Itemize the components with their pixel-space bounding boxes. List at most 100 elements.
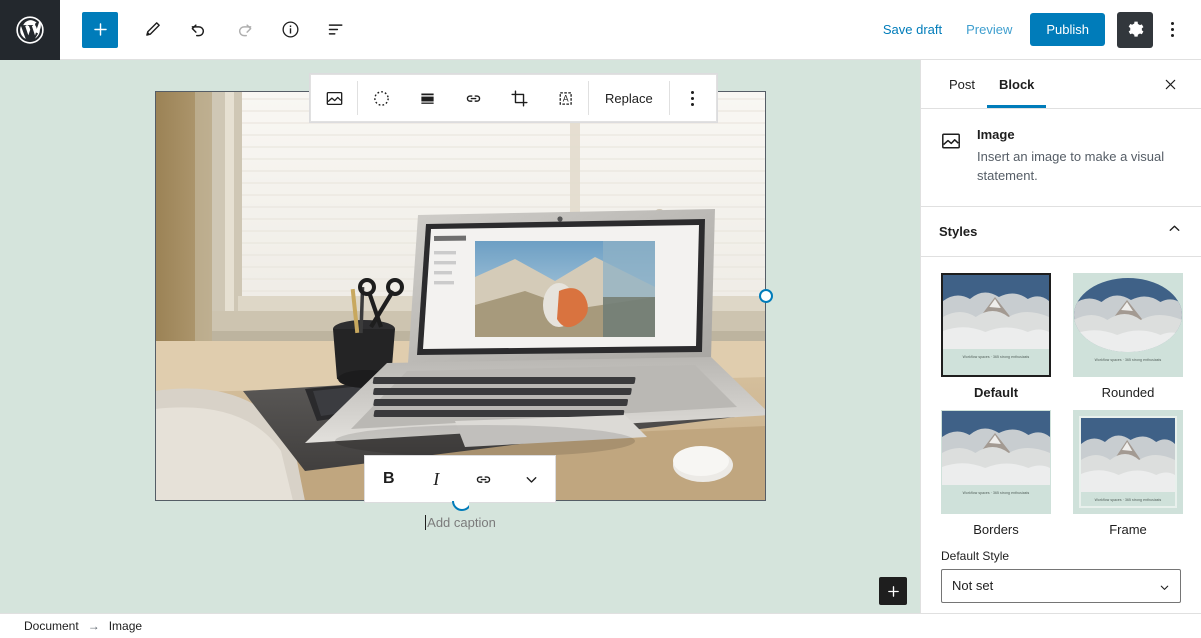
mountain-clouds-thumbnail: [1074, 277, 1182, 352]
breadcrumb-item-document[interactable]: Document: [24, 619, 79, 633]
block-type-image-button[interactable]: [311, 75, 357, 121]
sidebar-tabs: Post Block: [921, 60, 1201, 109]
default-style-label: Default Style: [941, 548, 1010, 563]
breadcrumb-item-image[interactable]: Image: [109, 619, 142, 633]
top-bar-tools: [60, 11, 364, 48]
top-bar-actions: Save draft Preview Publish: [871, 11, 1201, 48]
publish-button[interactable]: Publish: [1030, 13, 1105, 46]
inline-format-toolbar: B I: [364, 455, 556, 511]
replace-image-button[interactable]: Replace: [589, 75, 669, 121]
kebab-menu-icon: [1170, 22, 1174, 37]
block-more-options-button[interactable]: [670, 75, 716, 121]
edit-tool-button[interactable]: [134, 12, 170, 48]
redo-button[interactable]: [226, 12, 262, 48]
drag-handle-button[interactable]: [358, 75, 404, 121]
mountain-clouds-thumbnail: [942, 410, 1050, 485]
block-info-card: Image Insert an image to make a visual s…: [921, 109, 1201, 207]
default-style-select[interactable]: Not set: [941, 568, 1181, 603]
bold-button[interactable]: B: [365, 456, 413, 502]
image-block[interactable]: A Replace: [155, 74, 773, 508]
text-caret: [425, 515, 427, 530]
style-thumb-caption: Workflow spaces · 365 strong enthusiasts: [1094, 497, 1162, 502]
tab-block[interactable]: Block: [987, 60, 1046, 108]
block-description: Insert an image to make a visual stateme…: [977, 149, 1165, 183]
gear-icon: [1128, 21, 1143, 37]
styles-section-header[interactable]: Styles: [921, 207, 1201, 257]
style-thumb-borders: Workflow spaces · 365 strong enthusiasts: [941, 409, 1051, 514]
crop-button[interactable]: [496, 75, 542, 121]
breadcrumb-separator: →: [87, 619, 100, 633]
append-block-button[interactable]: [879, 577, 907, 605]
image-icon: [326, 91, 342, 105]
link-button[interactable]: [450, 75, 496, 121]
resize-handle-right[interactable]: [759, 289, 773, 303]
style-thumb-caption: Workflow spaces · 365 strong enthusiasts: [1094, 357, 1162, 362]
style-option-borders[interactable]: Workflow spaces · 365 strong enthusiasts…: [941, 409, 1051, 537]
pencil-icon: [145, 22, 160, 36]
italic-button[interactable]: I: [413, 456, 461, 502]
default-style-field: Default Style Not set: [921, 543, 1201, 603]
more-options-button[interactable]: [1157, 12, 1187, 48]
link-icon: [477, 475, 491, 483]
wordpress-block-editor: Save draft Preview Publish A Replace Add…: [0, 0, 1201, 638]
editor-canvas[interactable]: A Replace Add caption B I: [0, 60, 920, 613]
kebab-menu-icon: [691, 90, 695, 106]
style-thumb-default: Workflow spaces · 365 strong enthusiasts: [941, 272, 1051, 377]
style-thumb-frame: Workflow spaces · 365 strong enthusiasts: [1073, 409, 1183, 514]
image-icon: [939, 127, 963, 186]
image-caption-placeholder: Add caption: [427, 515, 496, 530]
style-thumb-caption: Workflow spaces · 365 strong enthusiasts: [962, 490, 1030, 495]
style-option-frame[interactable]: Workflow spaces · 365 strong enthusiasts…: [1073, 409, 1183, 537]
info-circle-icon: [281, 21, 299, 38]
style-label-rounded: Rounded: [1101, 384, 1155, 400]
text-over-image-icon: A: [559, 91, 572, 105]
breadcrumb: Document → Image: [0, 613, 1201, 638]
chevron-up-icon: [1166, 220, 1183, 242]
chevron-down-icon: [526, 476, 537, 483]
svg-text:A: A: [562, 93, 568, 103]
style-variations-grid: Workflow spaces · 365 strong enthusiasts…: [921, 257, 1201, 543]
align-button[interactable]: [404, 75, 450, 121]
settings-gear-button[interactable]: [1117, 11, 1153, 48]
insert-link-button[interactable]: [460, 456, 508, 502]
list-view-button[interactable]: [318, 12, 354, 48]
tab-post[interactable]: Post: [937, 60, 987, 108]
add-block-button[interactable]: [82, 11, 118, 48]
block-settings-sidebar: Post Block Image Insert an image to make…: [920, 60, 1201, 613]
undo-button[interactable]: [180, 12, 216, 48]
style-label-default: Default: [973, 384, 1019, 400]
plus-icon: [887, 585, 899, 597]
plus-icon: [93, 23, 107, 36]
style-label-borders: Borders: [973, 521, 1019, 537]
block-title: Image: [977, 127, 1015, 142]
link-icon: [466, 94, 480, 102]
style-option-default[interactable]: Workflow spaces · 365 strong enthusiasts…: [941, 272, 1051, 400]
wordpress-logo-icon[interactable]: [0, 0, 60, 60]
style-option-rounded[interactable]: Workflow spaces · 365 strong enthusiasts…: [1073, 272, 1183, 400]
close-sidebar-button[interactable]: [1155, 69, 1185, 99]
list-view-icon: [328, 24, 342, 35]
add-text-over-image-button[interactable]: A: [542, 75, 588, 121]
close-icon: [1165, 79, 1175, 89]
crop-icon: [510, 89, 528, 107]
toolbar-pointer: [451, 501, 469, 511]
align-icon: [420, 93, 434, 104]
image-block-photo[interactable]: [155, 91, 766, 501]
save-draft-button[interactable]: Save draft: [871, 14, 954, 45]
redo-arrow-icon: [238, 24, 251, 37]
style-label-frame: Frame: [1109, 521, 1147, 537]
mountain-clouds-thumbnail: [1081, 417, 1175, 492]
preview-button[interactable]: Preview: [954, 14, 1024, 45]
styles-section-title: Styles: [939, 223, 978, 239]
more-rich-text-controls-button[interactable]: [508, 456, 556, 502]
image-caption-field[interactable]: Add caption: [155, 515, 766, 530]
undo-arrow-icon: [191, 24, 204, 37]
image-block-toolbar: A Replace: [310, 74, 717, 122]
style-thumb-rounded: Workflow spaces · 365 strong enthusiasts: [1073, 272, 1183, 377]
editor-top-bar: Save draft Preview Publish: [0, 0, 1201, 60]
desk-photo: [155, 91, 766, 501]
mountain-clouds-thumbnail: [943, 274, 1049, 349]
drag-dots-circle-icon: [373, 90, 389, 106]
style-thumb-caption: Workflow spaces · 365 strong enthusiasts: [962, 354, 1030, 359]
details-button[interactable]: [272, 12, 308, 48]
